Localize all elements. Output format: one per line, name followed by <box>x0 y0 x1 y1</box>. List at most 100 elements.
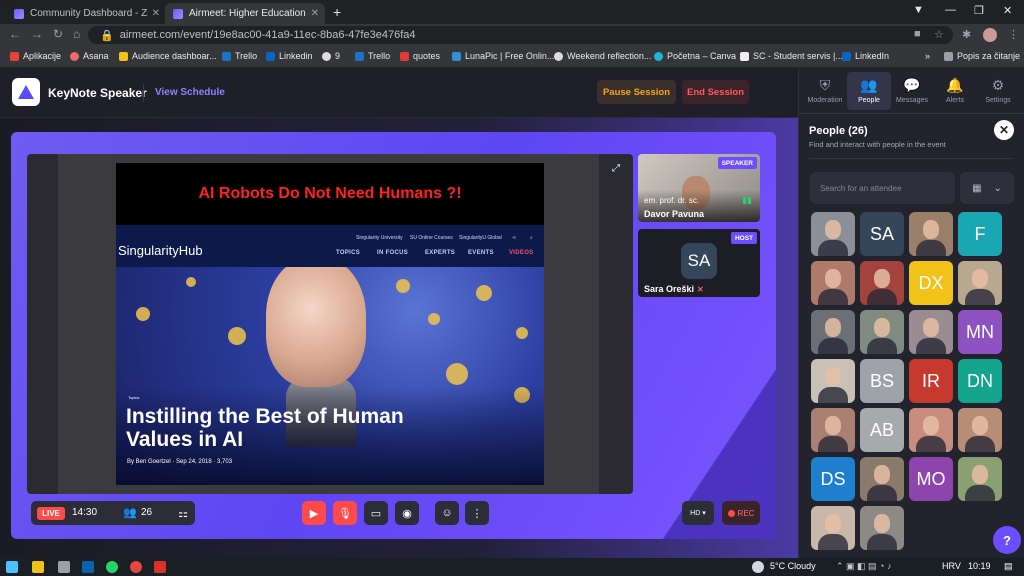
attendee-avatar[interactable]: MN <box>958 310 1002 354</box>
attendee-avatar[interactable] <box>811 506 855 550</box>
fullscreen-icon[interactable]: ⤢ <box>605 158 627 178</box>
bookmark-item[interactable]: Weekend reflection... <box>554 51 651 61</box>
new-tab-icon[interactable]: + <box>333 4 341 20</box>
attendee-avatar[interactable] <box>958 457 1002 501</box>
tab-alerts[interactable]: 🔔 Alerts <box>933 72 977 110</box>
attendee-avatar[interactable] <box>958 408 1002 452</box>
attendee-avatar[interactable] <box>958 261 1002 305</box>
attendee-avatar[interactable] <box>860 506 904 550</box>
attendee-avatar[interactable]: MO <box>909 457 953 501</box>
attendee-avatar[interactable] <box>860 457 904 501</box>
attendee-avatar[interactable]: IR <box>909 359 953 403</box>
notifications-icon[interactable]: ▤ <box>1004 561 1013 572</box>
attendee-avatar[interactable]: AB <box>860 408 904 452</box>
forward-icon[interactable]: → <box>31 27 43 41</box>
bookmark-item[interactable]: Aplikacije <box>10 51 61 61</box>
file-explorer-icon[interactable] <box>32 561 44 573</box>
bookmark-item[interactable]: Trello <box>222 51 257 61</box>
bookmark-item[interactable]: 9 <box>322 51 340 61</box>
menu-icon[interactable]: ⋮ <box>1008 28 1019 41</box>
app-icon[interactable] <box>58 561 70 573</box>
profile-avatar[interactable] <box>983 28 997 42</box>
close-tab-icon[interactable]: ✕ <box>311 8 319 19</box>
acrobat-icon[interactable] <box>154 561 166 573</box>
windows-start-icon[interactable] <box>6 561 18 573</box>
tab-people[interactable]: 👥 People <box>847 72 891 110</box>
view-schedule-link[interactable]: View Schedule <box>155 87 225 98</box>
extensions-icon[interactable]: ✱ <box>962 28 971 41</box>
attendee-avatar[interactable] <box>811 310 855 354</box>
airmeet-logo[interactable] <box>12 78 40 106</box>
outlook-icon[interactable] <box>82 561 94 573</box>
bookmark-item[interactable]: Početna – Canva <box>654 51 736 61</box>
language-indicator[interactable]: HRV <box>942 561 961 571</box>
more-options-icon[interactable]: ⋮ <box>465 501 489 525</box>
reload-icon[interactable]: ↻ <box>53 27 63 41</box>
close-panel-icon[interactable]: ✕ <box>994 120 1014 140</box>
browser-tab-bar: Community Dashboard - Zsemak ✕ Airmeet: … <box>0 0 1024 24</box>
whatsapp-icon[interactable] <box>106 561 118 573</box>
attendee-avatar[interactable] <box>909 212 953 256</box>
tab-settings[interactable]: ⚙ Settings <box>976 72 1020 110</box>
view-toggle[interactable]: ▦ ⌄ <box>960 172 1014 204</box>
speaker-tile[interactable]: SPEAKER em. prof. dr. sc. ▮▮ Davor Pavun… <box>638 154 760 222</box>
star-icon[interactable]: ☆ <box>934 28 944 41</box>
tab-search-icon[interactable]: ▼ <box>913 4 924 16</box>
close-tab-icon[interactable]: ✕ <box>152 8 160 19</box>
bookmarks-overflow[interactable]: » <box>925 51 930 61</box>
url-field[interactable]: 🔒 airmeet.com/event/19e8ac00-41a9-11ec-8… <box>88 26 953 44</box>
bookmark-item[interactable]: Linkedin <box>266 51 313 61</box>
emoji-icon[interactable]: ☺ <box>435 501 459 525</box>
pause-session-button[interactable]: Pause Session <box>597 80 676 104</box>
end-session-button[interactable]: End Session <box>682 80 749 104</box>
attendee-avatar[interactable] <box>811 212 855 256</box>
layout-icon[interactable]: ⚏ <box>171 501 195 525</box>
bookmark-item[interactable]: Trello <box>355 51 390 61</box>
attendee-search-input[interactable] <box>810 172 955 204</box>
help-icon[interactable]: ? <box>993 526 1021 554</box>
system-tray-icons[interactable]: ⌃ ▣ ◧ ▤ ◔ ♪ <box>836 561 892 572</box>
attendee-avatar[interactable] <box>909 408 953 452</box>
attendee-avatar[interactable]: DN <box>958 359 1002 403</box>
attendee-avatar[interactable] <box>909 310 953 354</box>
eye-icon[interactable]: ◉ <box>395 501 419 525</box>
record-button[interactable]: REC <box>722 501 760 525</box>
host-tile[interactable]: HOST SA Sara Oreški ✕ <box>638 229 760 297</box>
camera-off-icon[interactable]: ▶ <box>302 501 326 525</box>
bookmark-item[interactable]: LinkedIn <box>842 51 889 61</box>
clock[interactable]: 10:19 <box>968 561 991 571</box>
weather-text[interactable]: 5°C Cloudy <box>770 561 816 571</box>
home-icon[interactable]: ⌂ <box>73 27 80 41</box>
bookmark-item[interactable]: LunaPic | Free Onlin... <box>452 51 554 61</box>
bookmark-item[interactable]: SC - Student servis |... <box>740 51 843 61</box>
reading-list[interactable]: Popis za čitanje <box>944 51 1020 61</box>
attendee-avatar[interactable]: BS <box>860 359 904 403</box>
restore-icon[interactable]: ❐ <box>974 4 984 17</box>
tab-messages[interactable]: 💬 Messages <box>890 72 934 110</box>
attendee-avatar[interactable] <box>860 310 904 354</box>
student-servis-icon <box>740 51 749 61</box>
back-icon[interactable]: ← <box>9 27 21 41</box>
attendee-avatar[interactable] <box>811 408 855 452</box>
attendee-avatar[interactable] <box>860 261 904 305</box>
browser-tab-active[interactable]: Airmeet: Higher Education In ✕ <box>165 3 325 24</box>
attendee-avatar[interactable]: DX <box>909 261 953 305</box>
bookmark-item[interactable]: Audience dashboar... <box>119 51 217 61</box>
share-screen-icon[interactable]: ▭ <box>364 501 388 525</box>
attendee-avatar[interactable] <box>811 359 855 403</box>
chrome-icon[interactable] <box>130 561 142 573</box>
bookmark-item[interactable]: Asana <box>70 51 109 61</box>
browser-tab[interactable]: Community Dashboard - Zsemak ✕ <box>6 3 166 24</box>
minimize-icon[interactable]: — <box>945 4 956 16</box>
mic-muted-icon: ✕ <box>697 285 704 294</box>
attendee-avatar[interactable]: F <box>958 212 1002 256</box>
mic-off-icon[interactable]: 🎙 <box>333 501 357 525</box>
tab-moderation[interactable]: ⛨ Moderation <box>803 72 847 110</box>
attendee-avatar[interactable]: SA <box>860 212 904 256</box>
attendee-avatar[interactable] <box>811 261 855 305</box>
attendee-avatar[interactable]: DS <box>811 457 855 501</box>
close-window-icon[interactable]: ✕ <box>1003 4 1012 17</box>
bookmark-item[interactable]: quotes <box>400 51 440 61</box>
camera-icon[interactable]: ■ <box>914 28 921 40</box>
quality-selector[interactable]: HD ▾ <box>682 501 714 525</box>
